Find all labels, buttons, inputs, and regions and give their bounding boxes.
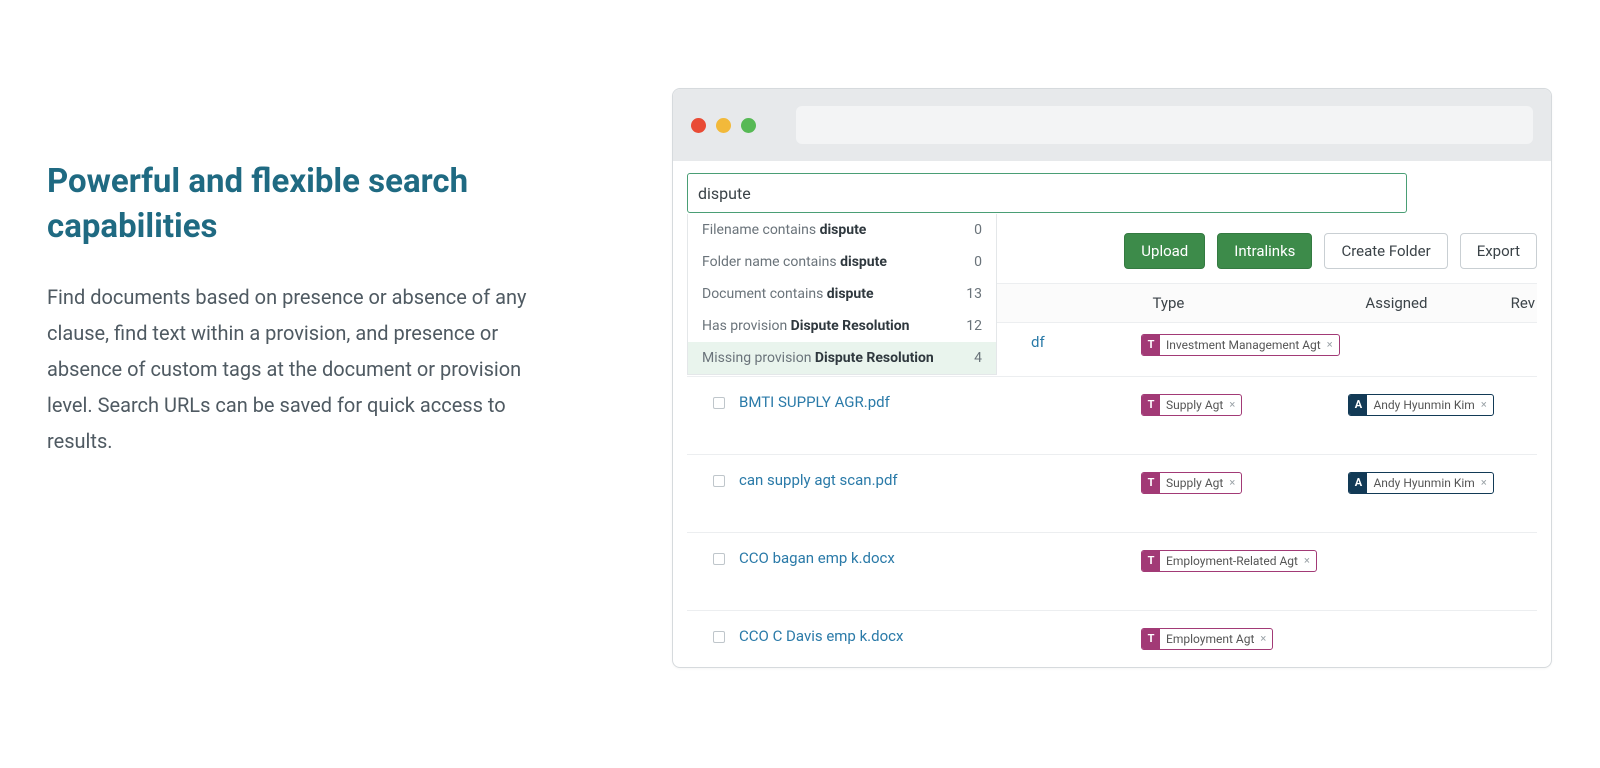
suggestion-count: 12	[958, 318, 982, 334]
type-tag[interactable]: T Investment Management Agt ×	[1141, 334, 1340, 356]
remove-tag-icon[interactable]: ×	[1304, 554, 1316, 567]
remove-tag-icon[interactable]: ×	[1229, 476, 1241, 489]
document-name[interactable]: BMTI SUPPLY AGR.pdf	[739, 393, 890, 411]
close-window-icon[interactable]	[691, 118, 706, 133]
tag-badge-icon: A	[1349, 395, 1367, 415]
row-checkbox[interactable]	[713, 631, 725, 643]
remove-tag-icon[interactable]: ×	[1229, 398, 1241, 411]
tag-label: Supply Agt	[1160, 476, 1229, 490]
suggestion-count: 0	[958, 254, 982, 270]
window-controls	[691, 118, 756, 133]
type-tag[interactable]: T Supply Agt ×	[1141, 394, 1242, 416]
tag-label: Employment Agt	[1160, 632, 1260, 646]
search-suggestions: Filename contains dispute 0 Folder name …	[687, 214, 997, 375]
browser-address-bar[interactable]	[796, 106, 1533, 144]
tag-badge-icon: T	[1142, 473, 1160, 493]
column-header-assigned[interactable]: Assigned	[1365, 294, 1510, 312]
remove-tag-icon[interactable]: ×	[1260, 632, 1272, 645]
suggestion-missing-provision[interactable]: Missing provision Dispute Resolution 4	[688, 342, 996, 374]
column-header-rev[interactable]: Rev	[1511, 294, 1537, 312]
row-checkbox[interactable]	[713, 553, 725, 565]
suggestion-filename-contains[interactable]: Filename contains dispute 0	[688, 214, 996, 246]
zoom-window-icon[interactable]	[741, 118, 756, 133]
marketing-body: Find documents based on presence or abse…	[47, 279, 557, 459]
window-titlebar	[673, 89, 1551, 161]
suggestion-label: Document contains dispute	[702, 286, 874, 302]
type-tag[interactable]: T Employment Agt ×	[1141, 628, 1273, 650]
table-row[interactable]: BMTI SUPPLY AGR.pdf T Supply Agt × A And…	[687, 377, 1537, 455]
intralinks-button[interactable]: Intralinks	[1217, 233, 1312, 269]
row-checkbox[interactable]	[713, 475, 725, 487]
table-row[interactable]: can supply agt scan.pdf T Supply Agt × A…	[687, 455, 1537, 533]
document-name[interactable]: CCO bagan emp k.docx	[739, 549, 895, 567]
assigned-tag[interactable]: A Andy Hyunmin Kim ×	[1348, 472, 1493, 494]
suggestion-has-provision[interactable]: Has provision Dispute Resolution 12	[688, 310, 996, 342]
type-tag[interactable]: T Employment-Related Agt ×	[1141, 550, 1317, 572]
assigned-tag[interactable]: A Andy Hyunmin Kim ×	[1348, 394, 1493, 416]
marketing-title: Powerful and flexible search capabilitie…	[47, 160, 557, 249]
suggestion-count: 13	[958, 286, 982, 302]
app-window: dispute Filename contains dispute 0 Fold…	[672, 88, 1552, 668]
export-button[interactable]: Export	[1460, 233, 1537, 269]
create-folder-button[interactable]: Create Folder	[1324, 233, 1447, 269]
tag-badge-icon: T	[1142, 395, 1160, 415]
row-checkbox[interactable]	[713, 397, 725, 409]
tag-label: Employment-Related Agt	[1160, 554, 1304, 568]
tag-label: Andy Hyunmin Kim	[1367, 476, 1480, 490]
remove-tag-icon[interactable]: ×	[1481, 476, 1493, 489]
remove-tag-icon[interactable]: ×	[1481, 398, 1493, 411]
column-header-type[interactable]: Type	[1152, 294, 1365, 312]
suggestion-label: Missing provision Dispute Resolution	[702, 350, 934, 366]
tag-label: Andy Hyunmin Kim	[1367, 398, 1480, 412]
suggestion-count: 0	[958, 222, 982, 238]
type-tag[interactable]: T Supply Agt ×	[1141, 472, 1242, 494]
suggestion-document-contains[interactable]: Document contains dispute 13	[688, 278, 996, 310]
tag-badge-icon: T	[1142, 335, 1160, 355]
tag-badge-icon: T	[1142, 629, 1160, 649]
suggestion-label: Filename contains dispute	[702, 222, 866, 238]
tag-label: Investment Management Agt	[1160, 338, 1327, 352]
table-row[interactable]: CCO bagan emp k.docx T Employment-Relate…	[687, 533, 1537, 611]
upload-button[interactable]: Upload	[1124, 233, 1205, 269]
suggestion-folder-contains[interactable]: Folder name contains dispute 0	[688, 246, 996, 278]
suggestion-label: Has provision Dispute Resolution	[702, 318, 910, 334]
minimize-window-icon[interactable]	[716, 118, 731, 133]
suggestion-label: Folder name contains dispute	[702, 254, 887, 270]
suggestion-count: 4	[958, 350, 982, 366]
document-name[interactable]: CCO C Davis emp k.docx	[739, 627, 903, 645]
remove-tag-icon[interactable]: ×	[1327, 338, 1339, 351]
search-input-value: dispute	[698, 184, 751, 203]
tag-badge-icon: T	[1142, 551, 1160, 571]
table-row[interactable]: CCO C Davis emp k.docx T Employment Agt …	[687, 611, 1537, 668]
tag-badge-icon: A	[1349, 473, 1367, 493]
document-name[interactable]: df	[1031, 333, 1045, 351]
tag-label: Supply Agt	[1160, 398, 1229, 412]
search-input[interactable]: dispute	[687, 173, 1407, 213]
document-name[interactable]: can supply agt scan.pdf	[739, 471, 898, 489]
